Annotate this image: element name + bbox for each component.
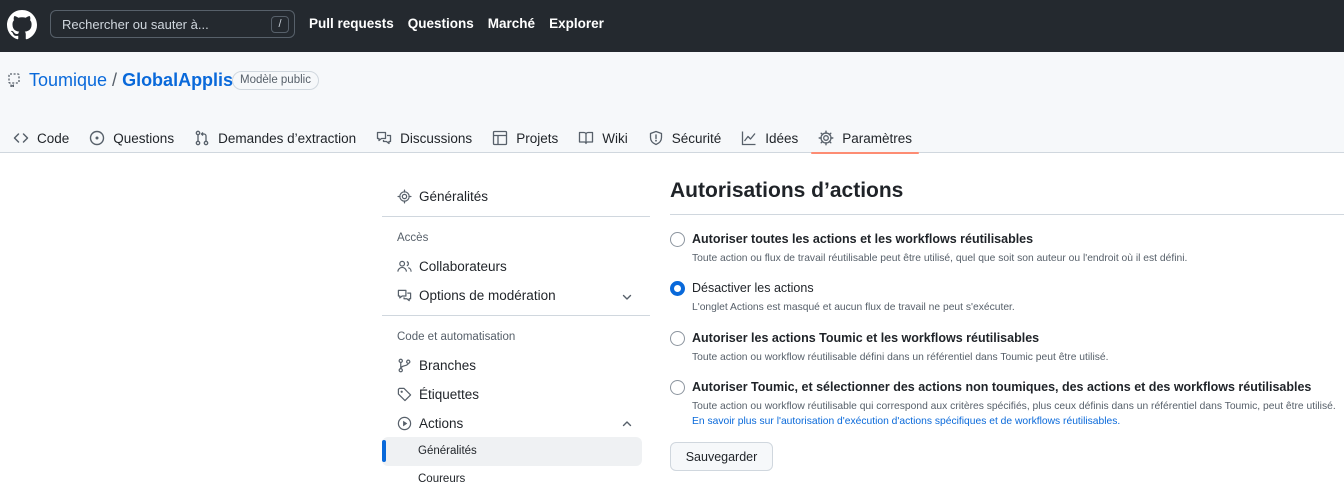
page-title: Autorisations d’actions	[670, 179, 904, 202]
tab-label: Projets	[516, 130, 559, 146]
chevron-up-icon[interactable]	[621, 418, 633, 430]
option-description: Toute action ou flux de travail réutilis…	[692, 253, 1188, 264]
repo-title: Toumique / GlobalApplis	[29, 70, 233, 91]
tab-wiki[interactable]: Wiki	[578, 123, 628, 153]
sidebar-item-general[interactable]: Généralités	[397, 189, 488, 204]
radio-allow-org[interactable]	[670, 331, 685, 346]
sidebar-subitem-runners[interactable]: Coureurs	[418, 473, 465, 485]
radio-disable-actions[interactable]	[670, 281, 685, 296]
sidebar-divider	[382, 216, 650, 217]
repo-name-link[interactable]: GlobalApplis	[122, 70, 233, 91]
sidebar-item-branches[interactable]: Branches	[397, 358, 476, 373]
comment-discussion-icon	[397, 289, 412, 302]
save-button[interactable]: Sauvegarder	[670, 442, 773, 471]
tab-label: Sécurité	[671, 130, 722, 146]
repo-header: Toumique / GlobalApplis Modèle public Co…	[0, 52, 1344, 154]
sidebar-heading-code-automation: Code et automatisation	[397, 331, 516, 343]
radio-allow-select[interactable]	[670, 380, 685, 395]
selected-indicator	[382, 440, 386, 462]
issue-icon	[90, 130, 105, 146]
repo-owner-link[interactable]: Toumique	[29, 70, 107, 91]
sidebar-item-label: Options de modération	[419, 288, 556, 303]
tab-label: Code	[37, 130, 70, 146]
option-label[interactable]: Autoriser les actions Toumic et les work…	[692, 331, 1039, 345]
graph-icon	[742, 131, 756, 146]
repo-separator: /	[112, 70, 118, 90]
repo-template-icon	[8, 73, 20, 87]
tab-issues[interactable]: Questions	[89, 123, 174, 153]
option-label[interactable]: Autoriser Toumic, et sélectionner des ac…	[692, 380, 1311, 394]
sidebar-subitem-general[interactable]: Généralités	[418, 445, 477, 457]
option-description-text: Toute action ou workflow réutilisable qu…	[692, 401, 1336, 412]
gear-icon	[397, 189, 412, 204]
nav-questions[interactable]: Questions	[408, 16, 474, 31]
option-description: Toute action ou workflow réutilisable qu…	[692, 399, 1338, 429]
pull-request-icon	[195, 130, 209, 146]
search-shortcut-key: /	[271, 16, 289, 33]
radio-allow-all[interactable]	[670, 232, 685, 247]
shield-icon	[649, 130, 662, 146]
sidebar-item-label: Branches	[419, 358, 477, 373]
github-logo-icon[interactable]	[7, 10, 37, 40]
repo-tabs: Code Questions Demandes d’extraction Dis…	[13, 123, 932, 154]
sidebar-divider	[382, 315, 650, 316]
option-label[interactable]: Autoriser toutes les actions et les work…	[692, 232, 1033, 246]
tab-discussions[interactable]: Discussions	[376, 123, 472, 153]
tab-label: Questions	[113, 130, 175, 146]
tab-pull-requests[interactable]: Demandes d’extraction	[194, 123, 356, 153]
tab-insights[interactable]: Idées	[741, 123, 798, 153]
tab-settings[interactable]: Paramètres	[811, 123, 919, 154]
code-icon	[13, 133, 29, 143]
comment-discussion-icon	[377, 131, 392, 145]
option-label[interactable]: Désactiver les actions	[692, 281, 814, 295]
sidebar-item-collaborators[interactable]: Collaborateurs	[397, 259, 507, 274]
title-divider	[670, 214, 1344, 215]
chevron-down-icon[interactable]	[621, 291, 633, 303]
tab-label: Wiki	[602, 130, 628, 146]
sidebar-item-label: Collaborateurs	[419, 259, 507, 274]
git-branch-icon	[398, 358, 411, 373]
tab-label: Demandes d’extraction	[218, 130, 357, 146]
search-input[interactable]: Rechercher ou sauter à... /	[50, 10, 295, 38]
tab-label: Idées	[765, 130, 799, 146]
tab-security[interactable]: Sécurité	[648, 123, 722, 153]
search-placeholder: Rechercher ou sauter à...	[62, 17, 209, 32]
gear-icon	[818, 130, 834, 146]
sidebar-item-label: Étiquettes	[419, 387, 480, 402]
sidebar-item-label: Actions	[419, 416, 464, 431]
sidebar-item-moderation[interactable]: Options de modération	[397, 288, 556, 303]
tag-icon	[397, 387, 412, 402]
tab-projects[interactable]: Projets	[492, 123, 558, 153]
people-icon	[397, 260, 412, 272]
option-description: Toute action ou workflow réutilisable dé…	[692, 352, 1109, 363]
nav-pull-requests[interactable]: Pull requests	[309, 16, 394, 31]
nav-explore[interactable]: Explorer	[549, 16, 604, 31]
sidebar-item-label: Généralités	[419, 189, 489, 204]
nav-marketplace[interactable]: Marché	[488, 16, 535, 31]
tab-label: Paramètres	[842, 130, 913, 146]
option-description: L'onglet Actions est masqué et aucun flu…	[692, 302, 1015, 313]
table-icon	[493, 130, 508, 146]
book-icon	[579, 131, 594, 145]
sidebar-item-actions[interactable]: Actions	[397, 416, 463, 431]
tab-code[interactable]: Code	[13, 123, 69, 153]
learn-more-link[interactable]: En savoir plus sur l'autorisation d'exéc…	[692, 416, 1120, 427]
global-nav: Pull requests Questions Marché Explorer	[309, 16, 604, 31]
sidebar-heading-access: Accès	[397, 232, 429, 244]
tab-label: Discussions	[400, 130, 473, 146]
sidebar-item-tags[interactable]: Étiquettes	[397, 387, 479, 402]
visibility-badge: Modèle public	[232, 71, 319, 90]
global-header: Rechercher ou sauter à... / Pull request…	[0, 0, 1344, 52]
play-icon	[397, 416, 412, 431]
